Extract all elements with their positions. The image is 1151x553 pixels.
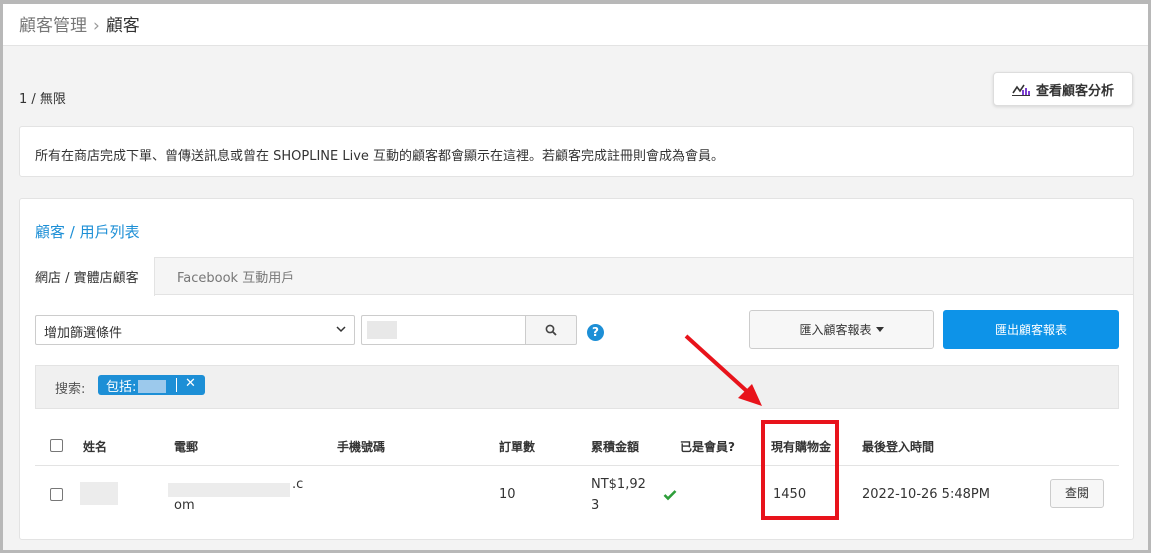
view-customer-analysis-button[interactable]: 查看顧客分析 (993, 72, 1133, 106)
select-all-checkbox[interactable] (50, 439, 63, 452)
column-header-last-login[interactable]: 最後登入時間 (862, 438, 934, 455)
breadcrumb-parent[interactable]: 顧客管理 (19, 16, 87, 36)
tag-label: 包括: (106, 380, 137, 395)
email-suffix: .c (292, 477, 304, 492)
column-header-name[interactable]: 姓名 (83, 438, 107, 455)
export-customer-report-button[interactable]: 匯出顧客報表 (943, 310, 1119, 349)
search-label: 搜索: (55, 382, 86, 397)
table-header-divider (35, 465, 1119, 466)
search-button[interactable] (525, 315, 577, 345)
view-customer-button[interactable]: 查閱 (1050, 479, 1104, 508)
column-header-orders[interactable]: 訂單數 (499, 438, 535, 455)
redacted-name (80, 482, 118, 505)
amount-line1: NT$1,92 (591, 477, 646, 492)
import-button-label: 匯入顧客報表 (799, 323, 872, 337)
email-line2: om (174, 498, 195, 513)
breadcrumb-separator: › (93, 16, 100, 36)
order-count: 10 (499, 487, 516, 502)
row-checkbox[interactable] (50, 488, 63, 501)
redacted-search-text (367, 321, 397, 339)
caret-down-icon (875, 327, 884, 332)
column-header-email[interactable]: 電郵 (174, 438, 198, 455)
redacted-email (168, 483, 290, 497)
chart-icon (1011, 82, 1030, 96)
import-customer-report-button[interactable]: 匯入顧客報表 (749, 310, 934, 349)
tab-facebook-users[interactable]: Facebook 互動用戶 (162, 257, 309, 295)
tag-divider (176, 378, 177, 392)
column-header-amount[interactable]: 累積金額 (591, 438, 639, 455)
info-notice: 所有在商店完成下單、曾傳送訊息或曾在 SHOPLINE Live 互動的顧客都會… (19, 126, 1134, 177)
info-text: 所有在商店完成下單、曾傳送訊息或曾在 SHOPLINE Live 互動的顧客都會… (35, 149, 725, 164)
search-input[interactable] (361, 315, 526, 345)
top-bar: 顧客管理 › 顧客 (3, 4, 1148, 46)
tab-store-customers[interactable]: 網店 / 實體店顧客 (20, 257, 155, 296)
close-icon[interactable]: ✕ (185, 376, 196, 391)
help-icon[interactable]: ? (587, 324, 604, 341)
amount-line2: 3 (591, 498, 600, 513)
view-customer-analysis-label: 查看顧客分析 (1035, 83, 1114, 99)
active-search-bar: 搜索: 包括: ✕ (35, 365, 1119, 409)
filter-condition-select[interactable]: 增加篩選條件 (35, 315, 355, 345)
breadcrumb-current: 顧客 (105, 16, 140, 36)
panel-title: 顧客 / 用戶列表 (35, 223, 140, 241)
customer-list-panel: 顧客 / 用戶列表 網店 / 實體店顧客 Facebook 互動用戶 增加篩選條… (19, 198, 1134, 540)
column-header-phone[interactable]: 手機號碼 (337, 438, 385, 455)
chevron-down-icon (336, 326, 346, 333)
annotation-highlight-box (761, 420, 839, 520)
tab-bar: 網店 / 實體店顧客 Facebook 互動用戶 (20, 257, 1133, 296)
filter-condition-value: 增加篩選條件 (44, 326, 123, 341)
customer-count: 1 / 無限 (19, 92, 66, 107)
export-button-label: 匯出顧客報表 (994, 323, 1067, 337)
annotation-arrow-icon (684, 334, 762, 406)
column-header-member[interactable]: 已是會員? (680, 438, 735, 455)
search-filter-tag: 包括: ✕ (98, 375, 205, 395)
last-login-value: 2022-10-26 5:48PM (862, 487, 990, 502)
redacted-tag-text (138, 380, 167, 393)
search-icon (545, 324, 557, 336)
breadcrumb: 顧客管理 › 顧客 (19, 11, 140, 36)
member-check-icon (663, 490, 677, 501)
